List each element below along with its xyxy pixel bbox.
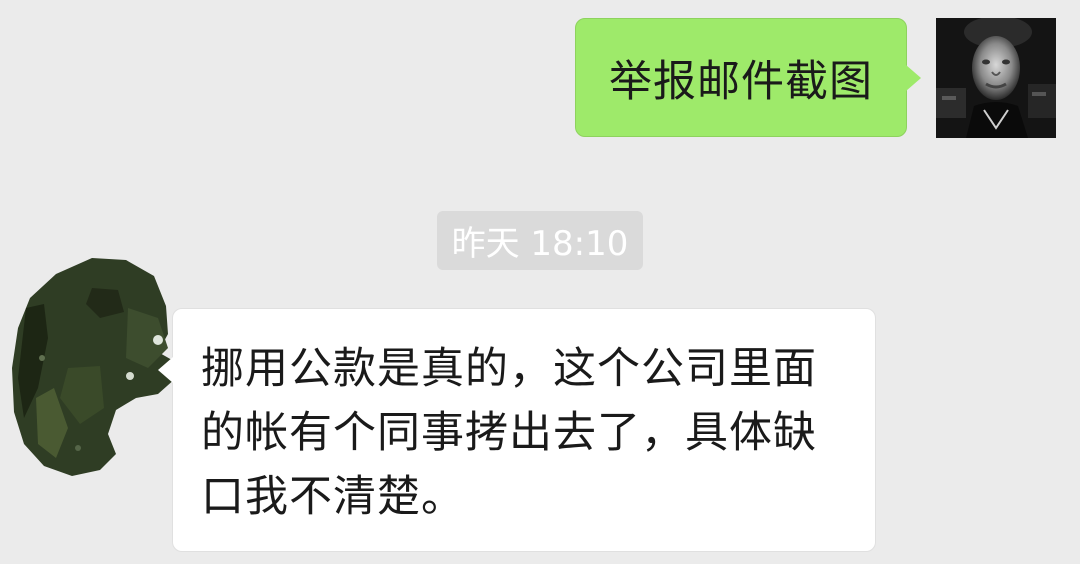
timestamp-label: 昨天 18:10 [437, 211, 643, 270]
outgoing-message-text: 举报邮件截图 [609, 56, 873, 107]
chat-message-list: 举报邮件截图 昨天 18:10 挪用公款是真的，这个公司里面的帐有个同事拷出去了… [0, 0, 1080, 564]
incoming-message-bubble[interactable]: 挪用公款是真的，这个公司里面的帐有个同事拷出去了，具体缺口我不清楚。 [158, 308, 876, 552]
outgoing-message-bubble[interactable]: 举报邮件截图 [575, 18, 921, 137]
incoming-message-text: 挪用公款是真的，这个公司里面的帐有个同事拷出去了，具体缺口我不清楚。 [201, 344, 817, 522]
user-photo-avatar [936, 18, 1056, 138]
self-avatar[interactable] [936, 18, 1056, 138]
